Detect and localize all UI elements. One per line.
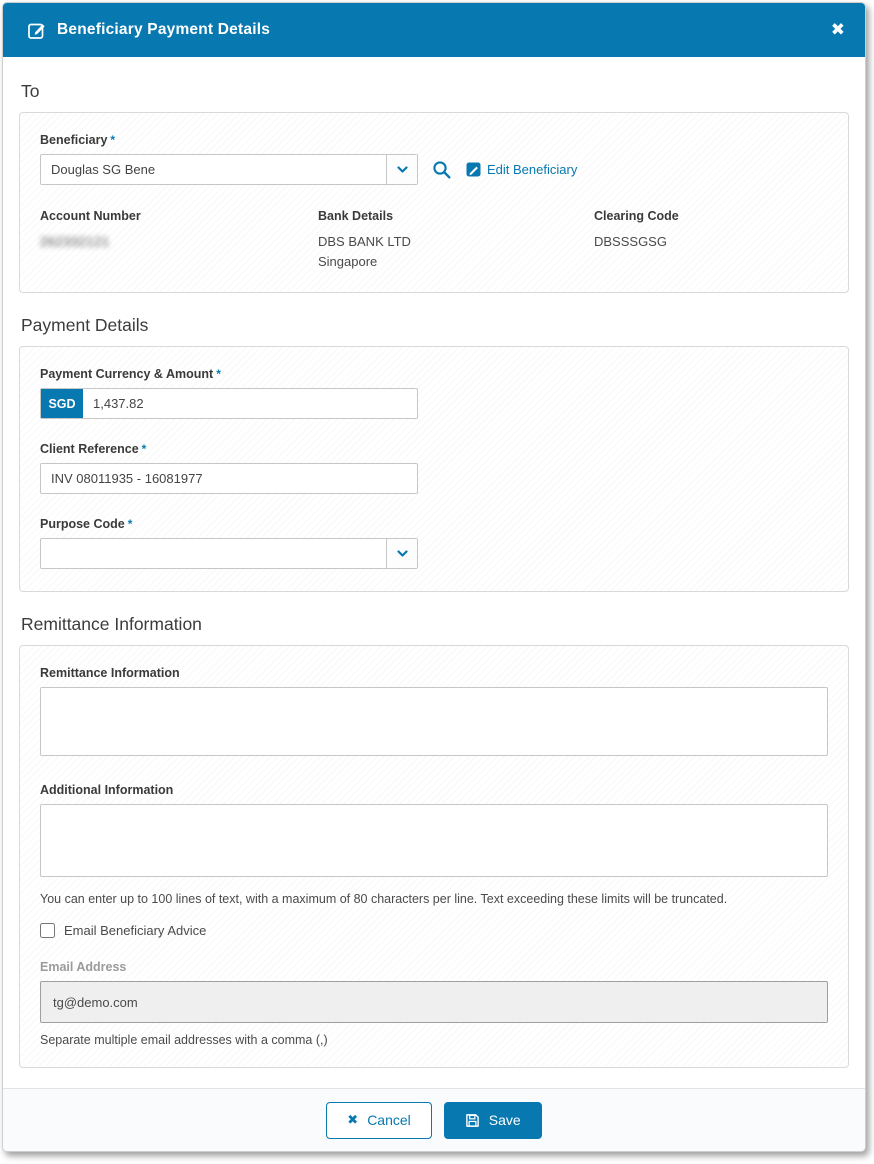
- edit-beneficiary-label: Edit Beneficiary: [487, 162, 577, 177]
- required-marker: *: [128, 517, 133, 531]
- required-marker: *: [110, 133, 115, 147]
- to-section-heading: To: [21, 81, 849, 102]
- chevron-down-icon[interactable]: [386, 155, 417, 184]
- remittance-section-heading: Remittance Information: [21, 614, 849, 635]
- client-reference-label: Client Reference*: [40, 442, 828, 456]
- purpose-code-select[interactable]: [40, 538, 418, 569]
- purpose-code-select-value: [41, 539, 386, 568]
- email-address-label: Email Address: [40, 960, 828, 974]
- cancel-x-icon: ✖: [347, 1113, 358, 1128]
- clearing-code-field: Clearing Code DBSSSGSG: [594, 209, 828, 272]
- purpose-code-label: Purpose Code*: [40, 517, 828, 531]
- currency-amount-group: Payment Currency & Amount* SGD: [40, 367, 828, 419]
- clearing-code-label: Clearing Code: [594, 209, 828, 223]
- currency-tag: SGD: [41, 389, 83, 418]
- email-beneficiary-advice-checkbox[interactable]: [40, 923, 55, 938]
- edit-beneficiary-icon: [466, 162, 481, 177]
- beneficiary-row: Douglas SG Bene Edit Beneficiary: [40, 154, 828, 185]
- close-icon[interactable]: ✖: [831, 22, 845, 39]
- account-number-label: Account Number: [40, 209, 318, 223]
- purpose-code-group: Purpose Code*: [40, 517, 828, 569]
- additional-info-label: Additional Information: [40, 783, 828, 797]
- search-icon[interactable]: [432, 160, 452, 180]
- payment-details-panel: Payment Currency & Amount* SGD Client Re…: [19, 346, 849, 592]
- beneficiary-payment-details-modal: Beneficiary Payment Details ✖ To Benefic…: [2, 2, 866, 1152]
- payment-details-heading: Payment Details: [21, 315, 849, 336]
- beneficiary-details: Account Number 262332121 Bank Details DB…: [40, 209, 828, 272]
- beneficiary-select-value: Douglas SG Bene: [41, 155, 386, 184]
- beneficiary-label: Beneficiary*: [40, 133, 828, 147]
- remittance-info-label: Remittance Information: [40, 666, 828, 680]
- email-address-input: [40, 981, 828, 1023]
- save-button[interactable]: Save: [444, 1102, 542, 1139]
- cancel-button[interactable]: ✖ Cancel: [326, 1102, 432, 1139]
- modal-body: To Beneficiary* Douglas SG Bene: [3, 57, 865, 1088]
- email-advice-row: Email Beneficiary Advice: [40, 923, 828, 938]
- email-beneficiary-advice-label[interactable]: Email Beneficiary Advice: [64, 923, 206, 938]
- bank-details-label: Bank Details: [318, 209, 594, 223]
- clearing-code-value: DBSSSGSG: [594, 232, 828, 252]
- additional-info-textarea[interactable]: [40, 804, 828, 877]
- edit-beneficiary-link[interactable]: Edit Beneficiary: [466, 162, 577, 177]
- remittance-panel: Remittance Information Additional Inform…: [19, 645, 849, 1068]
- modal-title: Beneficiary Payment Details: [57, 21, 270, 39]
- modal-header: Beneficiary Payment Details ✖: [3, 3, 865, 57]
- email-separator-help: Separate multiple email addresses with a…: [40, 1033, 828, 1047]
- amount-input[interactable]: [83, 389, 417, 418]
- bank-details-value: DBS BANK LTD Singapore: [318, 232, 594, 272]
- modal-footer: ✖ Cancel Save: [3, 1088, 865, 1151]
- client-reference-group: Client Reference*: [40, 442, 828, 494]
- required-marker: *: [142, 442, 147, 456]
- currency-amount-inputgroup: SGD: [40, 388, 418, 419]
- beneficiary-select[interactable]: Douglas SG Bene: [40, 154, 418, 185]
- account-number-value: 262332121: [40, 232, 318, 252]
- edit-pencil-square-icon: [27, 20, 47, 40]
- bank-details-field: Bank Details DBS BANK LTD Singapore: [318, 209, 594, 272]
- required-marker: *: [216, 367, 221, 381]
- text-limits-help: You can enter up to 100 lines of text, w…: [40, 892, 828, 906]
- account-number-field: Account Number 262332121: [40, 209, 318, 272]
- chevron-down-icon[interactable]: [386, 539, 417, 568]
- to-panel: Beneficiary* Douglas SG Bene: [19, 112, 849, 293]
- currency-amount-label: Payment Currency & Amount*: [40, 367, 828, 381]
- client-reference-input[interactable]: [40, 463, 418, 494]
- remittance-info-textarea[interactable]: [40, 687, 828, 756]
- save-floppy-icon: [465, 1113, 480, 1128]
